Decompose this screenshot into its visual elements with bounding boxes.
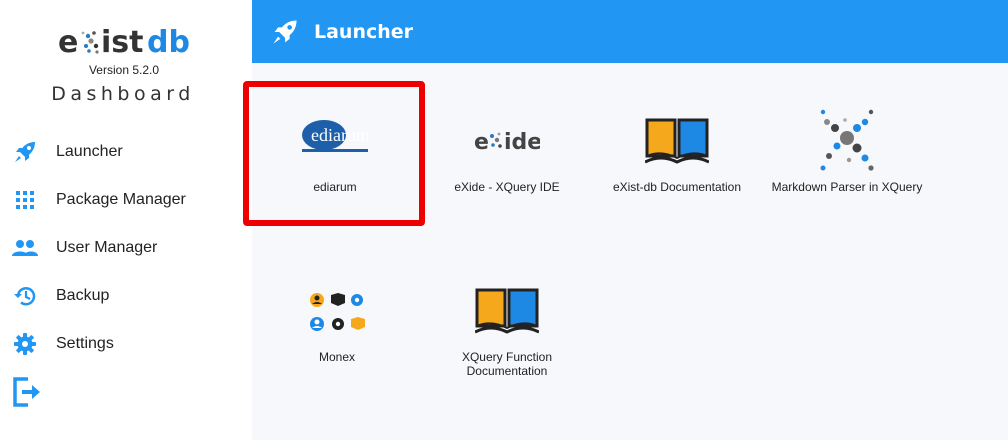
markdown-parser-logo (820, 109, 874, 171)
sidebar-item-label: User Manager (56, 239, 158, 256)
rocket-icon (12, 139, 38, 165)
app-tile-xquery-function-documentation[interactable]: XQuery Function Documentation (422, 258, 592, 398)
app-tile-label: Markdown Parser in XQuery (771, 180, 923, 194)
dashboard-title: Dashboard (51, 83, 195, 105)
app-tile-exide[interactable]: e ide eXide - XQuery IDE (422, 88, 592, 228)
app-tile-label: XQuery Function Documentation (461, 350, 553, 378)
book-icon (645, 118, 709, 164)
book-icon (475, 288, 539, 334)
svg-text:ide: ide (504, 130, 540, 154)
app-tile-label: Monex (318, 350, 356, 364)
top-app-bar: Launcher (252, 0, 1008, 63)
app-tile-ediarum[interactable]: ediarum ediarum (250, 88, 420, 228)
sidebar-item-backup[interactable]: Backup (0, 276, 252, 316)
sidebar-item-label: Package Manager (56, 191, 186, 208)
sidebar: e ist db Version 5.2.0 Dashboard Launche… (0, 0, 252, 440)
gear-icon (12, 331, 38, 357)
users-icon (12, 235, 38, 261)
sidebar-item-user-manager[interactable]: User Manager (0, 228, 252, 268)
history-icon (12, 283, 38, 309)
sidebar-item-package-manager[interactable]: Package Manager (0, 180, 252, 220)
app-tile-label: eXide - XQuery IDE (454, 180, 560, 194)
svg-text:ediarum: ediarum (311, 125, 368, 145)
app-tile-markdown-parser[interactable]: Markdown Parser in XQuery (762, 88, 932, 228)
grid-icon (12, 187, 38, 213)
ediarum-logo: ediarum (302, 120, 368, 152)
sidebar-item-settings[interactable]: Settings (0, 324, 252, 364)
sidebar-item-label: Launcher (56, 143, 123, 160)
exide-logo: e ide (474, 130, 540, 154)
svg-text:db: db (147, 25, 190, 60)
svg-text:ist: ist (101, 25, 143, 60)
app-tile-label: eXist-db Documentation (612, 180, 742, 194)
sidebar-item-launcher[interactable]: Launcher (0, 132, 252, 172)
svg-text:e: e (58, 25, 78, 60)
app-tile-monex[interactable]: Monex (252, 258, 422, 398)
svg-text:e: e (474, 130, 489, 154)
sidebar-item-logout[interactable] (0, 372, 252, 412)
app-tile-exist-db-documentation[interactable]: eXist-db Documentation (592, 88, 762, 228)
rocket-icon (270, 17, 300, 47)
version-text: Version 5.2.0 (88, 63, 160, 77)
monex-logo (310, 293, 365, 331)
logout-icon (10, 375, 44, 409)
page-title: Launcher (314, 21, 414, 43)
app-tile-label: ediarum (313, 180, 357, 194)
sidebar-item-label: Backup (56, 287, 110, 304)
sidebar-item-label: Settings (56, 335, 114, 352)
existdb-logo: e ist db (58, 25, 190, 60)
